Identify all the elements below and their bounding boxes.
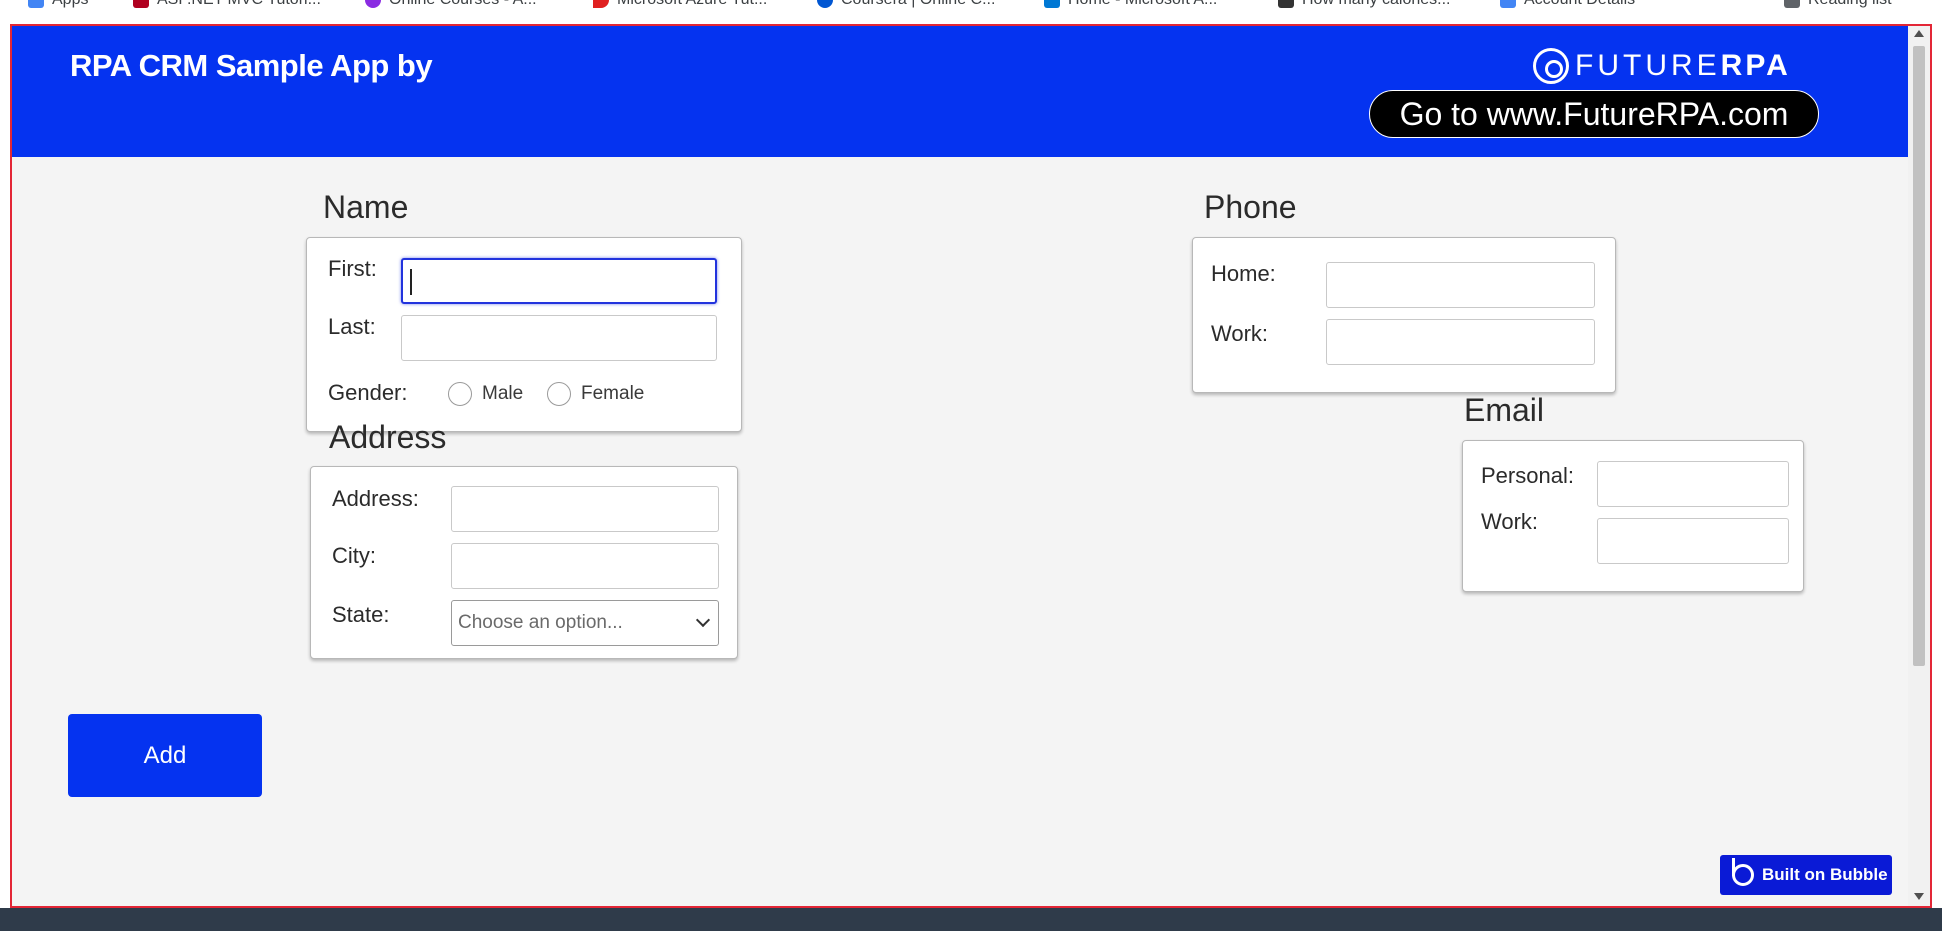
add-button[interactable]: Add <box>68 714 262 797</box>
map-pin-icon <box>593 0 609 8</box>
gender-female-label: Female <box>581 383 645 404</box>
futurerpa-logo: FUTURERPA <box>1533 48 1791 84</box>
coursera-icon <box>817 0 833 8</box>
bookmark-reading-list[interactable]: Reading list <box>1784 0 1892 9</box>
account-icon <box>1500 0 1516 8</box>
bookmark-coursera[interactable]: Coursera | Online C... <box>817 0 995 9</box>
gender-male-label: Male <box>482 383 524 404</box>
bookmark-account-details[interactable]: Account Details <box>1500 0 1635 9</box>
bookmark-microsoft-home[interactable]: Home - Microsoft A... <box>1044 0 1217 9</box>
work-phone-input[interactable] <box>1326 319 1595 365</box>
first-name-input[interactable] <box>401 258 717 304</box>
app-header: RPA CRM Sample App by FUTURERPA Go to ww… <box>12 26 1908 157</box>
scroll-up-arrow-icon[interactable] <box>1914 30 1924 37</box>
taskbar-strip <box>0 908 1942 931</box>
logo-text: FUTURERPA <box>1575 49 1791 82</box>
built-on-bubble-badge[interactable]: Built on Bubble <box>1720 855 1892 895</box>
text-caret <box>410 269 412 295</box>
apps-icon <box>28 0 44 8</box>
phone-card: Home: Work: <box>1192 237 1616 393</box>
bookmark-apps[interactable]: Apps <box>28 0 88 9</box>
city-label: City: <box>332 543 376 568</box>
microsoft-icon <box>1044 0 1060 8</box>
name-card: First: Last: Gender: Male Female <box>306 237 742 432</box>
last-name-input[interactable] <box>401 315 717 361</box>
state-label: State: <box>332 602 390 627</box>
futurerpa-logo-icon <box>1533 48 1569 84</box>
goto-website-button[interactable]: Go to www.FutureRPA.com <box>1369 90 1819 138</box>
vertical-scrollbar[interactable] <box>1908 26 1930 906</box>
gender-male-radio[interactable] <box>448 382 472 406</box>
state-select-value: Choose an option... <box>458 612 623 633</box>
gender-female-radio[interactable] <box>547 382 571 406</box>
scrollbar-thumb[interactable] <box>1913 46 1925 666</box>
bookmark-online-courses[interactable]: Online Courses - A... <box>365 0 537 9</box>
email-section-title: Email <box>1464 392 1545 428</box>
bookmark-calories[interactable]: How many calories... <box>1278 0 1451 9</box>
app-title: RPA CRM Sample App by <box>70 48 433 83</box>
address-label: Address: <box>332 486 419 511</box>
work-phone-label: Work: <box>1211 321 1269 346</box>
chevron-down-icon <box>695 612 711 628</box>
online-courses-icon <box>365 0 381 8</box>
personal-email-input[interactable] <box>1597 461 1789 507</box>
state-select[interactable]: Choose an option... <box>451 600 719 646</box>
bookmark-azure-tutorial[interactable]: Microsoft Azure Tut... <box>593 0 767 9</box>
first-name-label: First: <box>328 256 377 281</box>
email-card: Personal: Work: <box>1462 440 1804 592</box>
home-phone-label: Home: <box>1211 261 1276 286</box>
bubble-logo-icon <box>1732 858 1754 886</box>
personal-email-label: Personal: <box>1481 463 1574 488</box>
reading-list-icon <box>1784 0 1800 8</box>
city-input[interactable] <box>451 543 719 589</box>
name-section-title: Name <box>323 189 409 225</box>
asp-net-icon <box>133 0 149 8</box>
page-frame: RPA CRM Sample App by FUTURERPA Go to ww… <box>10 24 1932 908</box>
last-name-label: Last: <box>328 314 376 339</box>
bookmarks-bar: Apps ASP.NET MVC Tutori... Online Course… <box>0 0 1942 24</box>
scroll-down-arrow-icon[interactable] <box>1914 893 1924 900</box>
address-card: Address: City: State: Choose an option..… <box>310 466 738 659</box>
gender-label: Gender: <box>328 380 408 405</box>
address-section-title: Address <box>329 419 447 455</box>
address-input[interactable] <box>451 486 719 532</box>
work-email-input[interactable] <box>1597 518 1789 564</box>
bookmark-asp-net[interactable]: ASP.NET MVC Tutori... <box>133 0 321 9</box>
home-phone-input[interactable] <box>1326 262 1595 308</box>
phone-section-title: Phone <box>1204 189 1297 225</box>
work-email-label: Work: <box>1481 509 1539 534</box>
hq-icon <box>1278 0 1294 8</box>
